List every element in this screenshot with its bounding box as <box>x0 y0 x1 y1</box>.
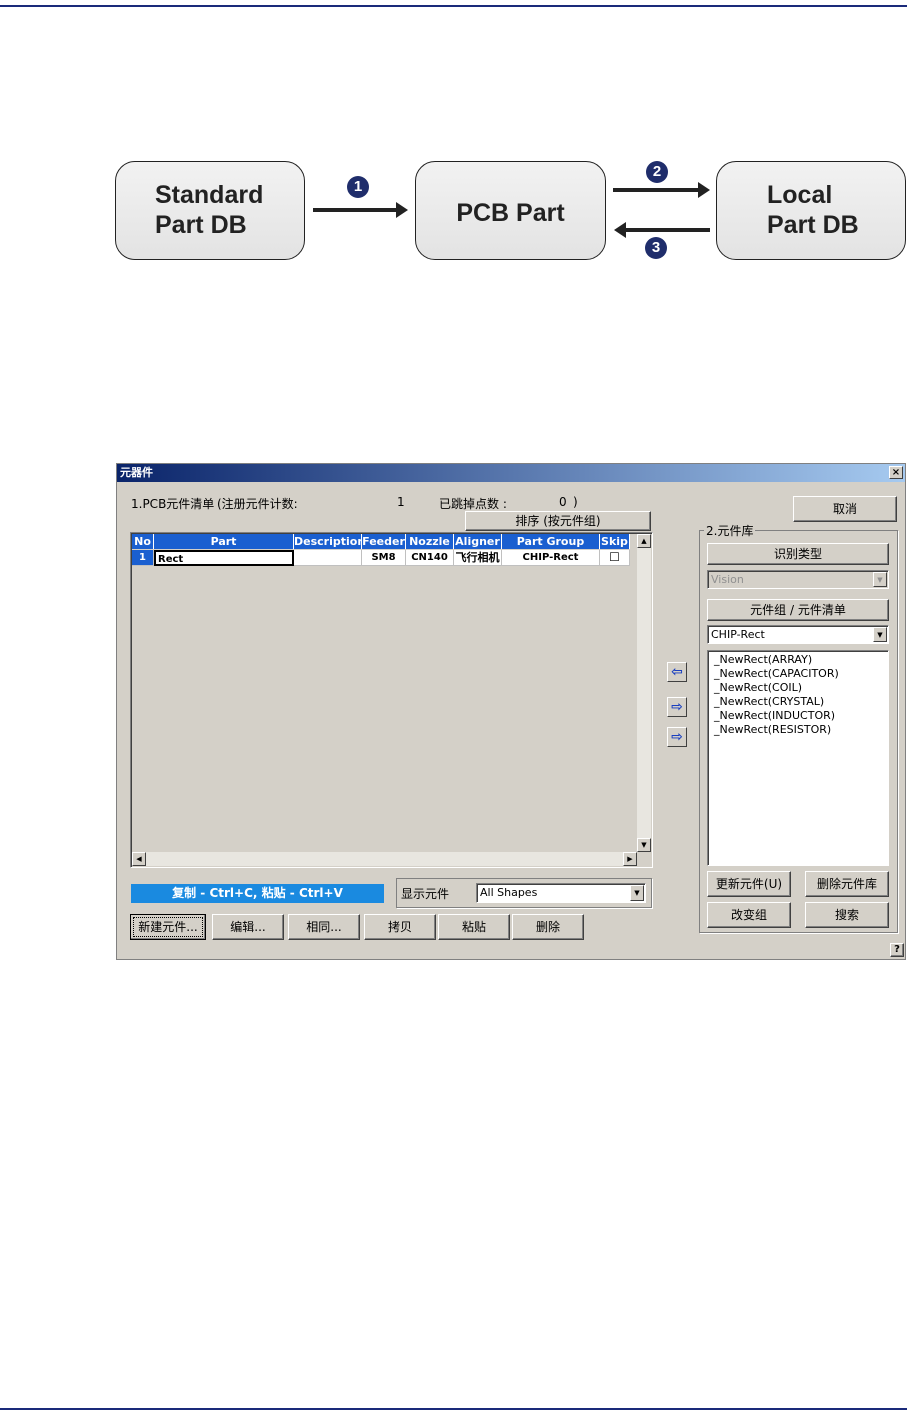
close-button[interactable]: × <box>889 466 903 479</box>
scroll-down-icon[interactable]: ▼ <box>637 838 651 852</box>
pcb-parts-grid: No Part Description Feeder Nozzle Aligne… <box>130 532 653 868</box>
col-skip[interactable]: Skip <box>600 534 630 549</box>
cell-skip-checkbox[interactable]: ☐ <box>600 550 630 566</box>
pcb-part-label: PCB Part <box>456 199 565 227</box>
list-item[interactable]: _NewRect(RESISTOR) <box>708 723 888 737</box>
col-feeder[interactable]: Feeder <box>362 534 406 549</box>
bottom-rule <box>0 1408 907 1410</box>
cell-aligner[interactable]: 飞行相机 <box>454 550 502 566</box>
library-group-label: 2.元件库 <box>704 522 756 539</box>
top-rule <box>0 5 907 7</box>
show-parts-value: All Shapes <box>480 886 538 899</box>
local-db-line1: Local <box>767 181 833 209</box>
new-part-button[interactable]: 新建元件... <box>130 914 206 940</box>
list-item[interactable]: _NewRect(CAPACITOR) <box>708 667 888 681</box>
edit-button[interactable]: 编辑... <box>212 914 284 940</box>
list-item[interactable]: _NewRect(COIL) <box>708 681 888 695</box>
list-item[interactable]: _NewRect(INDUCTOR) <box>708 709 888 723</box>
col-aligner[interactable]: Aligner <box>454 534 502 549</box>
skipped-label: 已跳掉点数 : <box>439 497 507 511</box>
col-no[interactable]: No <box>132 534 154 549</box>
col-nozzle[interactable]: Nozzle <box>406 534 454 549</box>
same-button[interactable]: 相同... <box>288 914 360 940</box>
horizontal-scrollbar[interactable]: ◀ ▶ <box>132 852 637 866</box>
library-parts-list[interactable]: _NewRect(ARRAY) _NewRect(CAPACITOR) _New… <box>707 650 889 866</box>
standard-db-line2: Part DB <box>155 211 247 239</box>
pcb-list-label: 1.PCB元件清单 <box>131 497 215 511</box>
recognition-type-value: Vision <box>711 573 744 586</box>
chevron-down-icon[interactable]: ▼ <box>630 885 644 901</box>
chevron-down-icon[interactable]: ▼ <box>873 627 887 642</box>
recognition-type-button[interactable]: 识别类型 <box>707 543 889 565</box>
local-db-line2: Part DB <box>767 211 859 239</box>
update-part-button[interactable]: 更新元件(U) <box>707 871 791 897</box>
search-button[interactable]: 搜索 <box>805 902 889 928</box>
step-2-badge: 2 <box>646 161 668 183</box>
skipped-count: 0 <box>559 495 567 509</box>
cell-nozzle[interactable]: CN140 <box>406 550 454 566</box>
paste-button[interactable]: 粘贴 <box>438 914 510 940</box>
arrow-3-head <box>614 222 626 238</box>
transfer-right-arrow-icon[interactable]: ⇨ <box>667 697 687 717</box>
col-part-group[interactable]: Part Group <box>502 534 600 549</box>
list-item[interactable]: _NewRect(ARRAY) <box>708 653 888 667</box>
help-icon[interactable]: ? <box>890 943 904 957</box>
copy-paste-hint: 复制 - Ctrl+C, 粘贴 - Ctrl+V <box>131 884 384 903</box>
arrow-1-head <box>396 202 408 218</box>
cell-no[interactable]: 1 <box>132 550 154 566</box>
grid-viewport: No Part Description Feeder Nozzle Aligne… <box>132 534 637 852</box>
registered-count-label: (注册元件计数: <box>217 497 298 511</box>
cell-part-group[interactable]: CHIP-Rect <box>502 550 600 566</box>
part-group-list-button[interactable]: 元件组 / 元件清单 <box>707 599 889 621</box>
standard-db-line1: Standard <box>155 181 264 209</box>
transfer-all-right-arrow-icon[interactable]: ⇨ <box>667 727 687 747</box>
delete-button[interactable]: 删除 <box>512 914 584 940</box>
chevron-down-icon[interactable]: ▼ <box>873 572 887 587</box>
vertical-scrollbar[interactable]: ▲ ▼ <box>637 534 651 852</box>
change-group-button[interactable]: 改变组 <box>707 902 791 928</box>
pcb-part-box: PCB Part <box>415 161 606 260</box>
dialog-title: 元器件 <box>120 466 153 479</box>
part-group-select[interactable]: CHIP-Rect ▼ <box>707 625 889 644</box>
part-group-value: CHIP-Rect <box>711 628 765 641</box>
scroll-right-icon[interactable]: ▶ <box>623 852 637 866</box>
recognition-type-select[interactable]: Vision ▼ <box>707 570 889 589</box>
arrow-2-line <box>613 188 701 192</box>
step-1-badge: 1 <box>347 176 369 198</box>
standard-part-db-box: Standard Part DB <box>115 161 305 260</box>
arrow-2-head <box>698 182 710 198</box>
scroll-left-icon[interactable]: ◀ <box>132 852 146 866</box>
arrow-1-line <box>313 208 399 212</box>
cancel-button[interactable]: 取消 <box>793 496 897 522</box>
arrow-3-line <box>625 228 710 232</box>
transfer-left-arrow-icon[interactable]: ⇦ <box>667 662 687 682</box>
step-3-badge: 3 <box>645 237 667 259</box>
cell-part[interactable]: Rect <box>154 550 294 566</box>
cell-description[interactable] <box>294 550 362 566</box>
delete-library-part-button[interactable]: 删除元件库 <box>805 871 889 897</box>
dialog-titlebar: 元器件 × <box>117 464 905 482</box>
scroll-up-icon[interactable]: ▲ <box>637 534 651 548</box>
show-parts-select[interactable]: All Shapes ▼ <box>476 883 646 903</box>
close-paren: ) <box>573 495 578 509</box>
sort-by-group-button[interactable]: 排序 (按元件组) <box>465 511 651 531</box>
col-description[interactable]: Description <box>294 534 362 549</box>
cell-feeder[interactable]: SM8 <box>362 550 406 566</box>
local-part-db-box: Local Part DB <box>716 161 906 260</box>
registered-count: 1 <box>397 495 405 509</box>
col-part[interactable]: Part <box>154 534 294 549</box>
parts-dialog: 元器件 × 1.PCB元件清单 (注册元件计数: 1 已跳掉点数 : 0 ) 排… <box>116 463 906 960</box>
copy-button[interactable]: 拷贝 <box>364 914 436 940</box>
list-item[interactable]: _NewRect(CRYSTAL) <box>708 695 888 709</box>
show-parts-label: 显示元件 <box>401 887 450 901</box>
